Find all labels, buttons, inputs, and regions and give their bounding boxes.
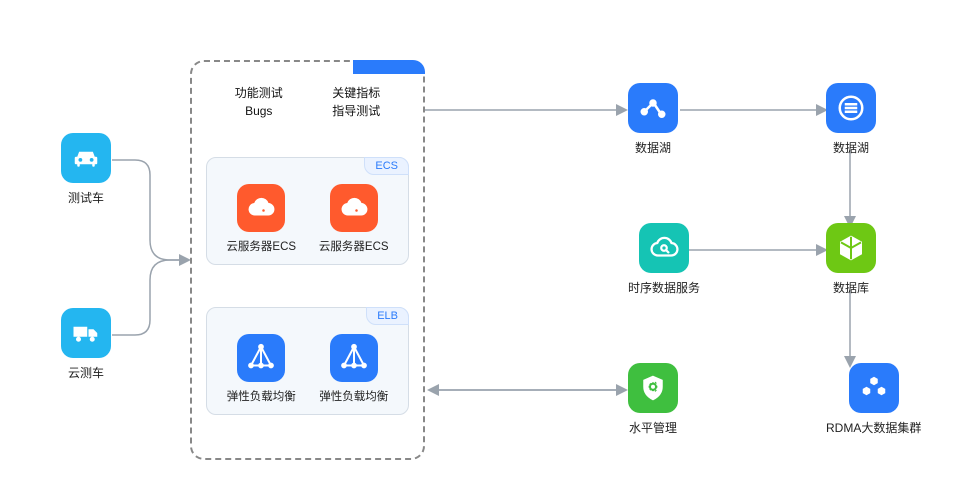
ecs-item-2: 云服务器ECS — [319, 184, 389, 254]
node-modules: RDMA大数据集群 — [826, 363, 921, 436]
car-label: 测试车 — [68, 189, 104, 206]
load-balancer-icon — [237, 334, 285, 382]
center-container: 功能测试 Bugs 关键指标 指导测试 ECS 云服务器ECS 云服务器ECS … — [190, 60, 425, 460]
ecs-item-1: 云服务器ECS — [226, 184, 296, 254]
truck-label: 云测车 — [68, 364, 104, 381]
node-car: 测试车 — [61, 133, 111, 206]
ecs-tag: ECS — [364, 157, 409, 175]
elb-group: ELB 弹性负载均衡 弹性负载均衡 — [206, 307, 409, 415]
cloud-server-icon — [330, 184, 378, 232]
load-balancer-icon — [330, 334, 378, 382]
node-truck: 云测车 — [61, 308, 111, 381]
cloud-search-icon — [639, 223, 689, 273]
node-search: 时序数据服务 — [628, 223, 700, 296]
header-col2-line1: 关键指标 — [332, 84, 380, 102]
shield-gear-icon — [628, 363, 678, 413]
elb-item-1: 弹性负载均衡 — [227, 334, 296, 404]
analytics-label: 数据湖 — [635, 139, 671, 156]
header-col2-line2: 指导测试 — [332, 102, 380, 120]
node-cube: 数据库 — [826, 223, 876, 296]
modules-label: RDMA大数据集群 — [826, 419, 921, 436]
search-label: 时序数据服务 — [628, 279, 700, 296]
stream-icon — [826, 83, 876, 133]
analytics-icon — [628, 83, 678, 133]
node-analytics: 数据湖 — [628, 83, 678, 156]
stream-label: 数据湖 — [833, 139, 869, 156]
elb-item-1-label: 弹性负载均衡 — [227, 388, 296, 404]
shield-label: 水平管理 — [629, 419, 677, 436]
ecs-item-2-label: 云服务器ECS — [319, 238, 389, 254]
elb-item-2-label: 弹性负载均衡 — [319, 388, 388, 404]
cube-icon — [826, 223, 876, 273]
truck-icon — [61, 308, 111, 358]
header-col1-line1: 功能测试 — [235, 84, 283, 102]
node-shield: 水平管理 — [628, 363, 678, 436]
connectors — [0, 0, 960, 500]
center-header: 功能测试 Bugs 关键指标 指导测试 — [210, 84, 405, 120]
node-stream: 数据湖 — [826, 83, 876, 156]
elb-tag: ELB — [366, 307, 409, 325]
ecs-item-1-label: 云服务器ECS — [226, 238, 296, 254]
ecs-group: ECS 云服务器ECS 云服务器ECS — [206, 157, 409, 265]
cloud-server-icon — [237, 184, 285, 232]
cube-label: 数据库 — [833, 279, 869, 296]
modules-icon — [849, 363, 899, 413]
header-col1-line2: Bugs — [235, 102, 283, 120]
elb-item-2: 弹性负载均衡 — [319, 334, 388, 404]
car-icon — [61, 133, 111, 183]
center-tab-indicator — [353, 60, 425, 74]
